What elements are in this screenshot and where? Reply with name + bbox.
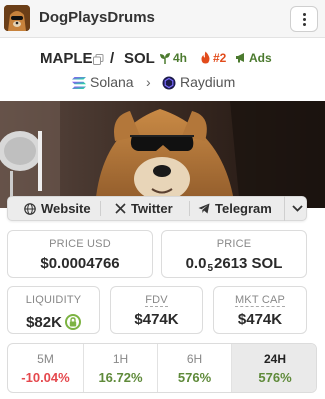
- price-usd-label: PRICE USD: [49, 238, 111, 250]
- token-banner-image: [0, 101, 325, 208]
- megaphone-icon: [236, 53, 244, 63]
- ads-label: Ads: [249, 51, 272, 65]
- solana-icon: [72, 77, 86, 89]
- dog-avatar-icon: [4, 5, 30, 31]
- vertical-ellipsis-icon: [303, 13, 306, 16]
- website-button[interactable]: Website: [16, 197, 102, 220]
- price-native-prefix: 0.0: [185, 255, 207, 272]
- top-bar: DogPlaysDrums: [0, 0, 325, 38]
- dex-link[interactable]: Raydium: [180, 74, 235, 90]
- more-links-button[interactable]: [284, 196, 309, 221]
- more-menu-button[interactable]: [290, 6, 318, 32]
- timeframe-change: -10.04%: [21, 370, 70, 385]
- timeframe-change: 576%: [258, 370, 292, 385]
- price-zero-count: 5: [207, 263, 214, 274]
- seedling-icon: [160, 53, 170, 64]
- raydium-icon: [162, 76, 176, 90]
- market-cap-label-wrap[interactable]: MKT CAP: [214, 294, 306, 307]
- pair-quote-symbol: SOL: [124, 50, 155, 67]
- breadcrumb-chevron-icon: ›: [146, 74, 151, 90]
- link-divider: [100, 201, 101, 216]
- liquidity-value: $82K: [26, 314, 62, 331]
- timeframe-tab-24h[interactable]: 24H 576%: [232, 344, 316, 392]
- trending-rank-label: #2: [213, 51, 227, 65]
- price-native-digits: 2613 SOL: [214, 255, 283, 272]
- pair-separator: /: [110, 50, 115, 67]
- timeframe-label: 1H: [112, 352, 129, 366]
- chevron-down-icon: [292, 205, 303, 212]
- liquidity-card: LIQUIDITY $82K: [7, 286, 100, 334]
- liquidity-label: LIQUIDITY: [25, 294, 82, 306]
- timeframe-tab-5m[interactable]: 5M -10.04%: [8, 344, 84, 392]
- social-links-bar: Website Twitter Telegram: [7, 196, 307, 221]
- token-title: DogPlaysDrums: [39, 9, 155, 26]
- price-usd-card: PRICE USD $0.0004766: [7, 230, 153, 278]
- liquidity-lock-icon[interactable]: [64, 314, 81, 330]
- price-usd-value: $0.0004766: [40, 255, 120, 272]
- globe-icon: [24, 203, 36, 215]
- fdv-value: $474K: [134, 311, 179, 328]
- chain-link[interactable]: Solana: [90, 74, 134, 90]
- timeframe-label: 6H: [186, 352, 203, 366]
- ellipsis-dot: [303, 18, 306, 21]
- website-label: Website: [41, 201, 91, 216]
- telegram-icon: [198, 203, 210, 214]
- timeframe-tab-6h[interactable]: 6H 576%: [158, 344, 232, 392]
- timeframe-label: 5M: [37, 352, 54, 366]
- link-divider: [189, 201, 190, 216]
- market-cap-label: MKT CAP: [234, 294, 286, 307]
- fdv-label-wrap[interactable]: FDV: [111, 294, 202, 307]
- timeframe-label: 24H: [263, 352, 286, 366]
- fdv-label: FDV: [145, 294, 168, 307]
- price-native-label: PRICE: [216, 238, 252, 250]
- ellipsis-dot: [303, 23, 306, 26]
- timeframe-change: 16.72%: [98, 370, 143, 385]
- price-native-card: PRICE 0.052613 SOL: [161, 230, 307, 278]
- market-cap-card: MKT CAP $474K: [213, 286, 307, 334]
- flame-icon: [201, 51, 210, 64]
- copy-icon[interactable]: [93, 54, 104, 65]
- price-native-value: 0.052613 SOL: [162, 255, 306, 274]
- x-twitter-icon: [115, 203, 126, 214]
- telegram-label: Telegram: [215, 201, 272, 216]
- pair-base-symbol: MAPLE: [40, 50, 93, 67]
- market-cap-value: $474K: [237, 311, 283, 328]
- fdv-card: FDV $474K: [110, 286, 203, 334]
- chain-breadcrumb: Solana › Raydium: [0, 73, 325, 93]
- price-change-table: 5M -10.04% 1H 16.72% 6H 576% 24H 576%: [7, 343, 317, 393]
- pair-age-label: 4h: [173, 51, 188, 65]
- twitter-button[interactable]: Twitter: [104, 197, 190, 220]
- liquidity-value-row: $82K: [8, 311, 99, 331]
- twitter-label: Twitter: [131, 201, 173, 216]
- pair-row: MAPLE / SOL 4h #2 Ads: [0, 48, 325, 70]
- timeframe-tab-1h[interactable]: 1H 16.72%: [84, 344, 158, 392]
- timeframe-change: 576%: [177, 370, 212, 385]
- telegram-button[interactable]: Telegram: [192, 197, 284, 220]
